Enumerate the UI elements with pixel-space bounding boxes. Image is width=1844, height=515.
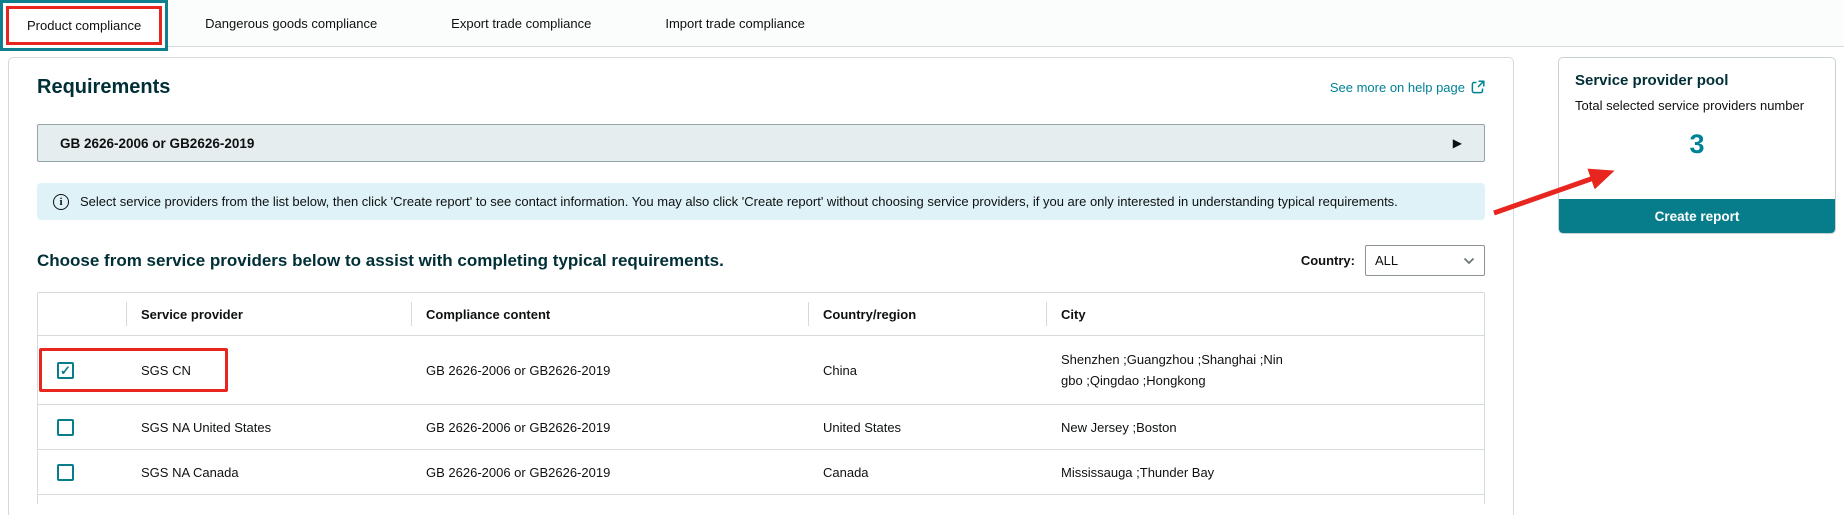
info-banner-text: Select service providers from the list b… xyxy=(80,192,1428,211)
tab-label: Import trade compliance xyxy=(665,16,804,31)
row-checkbox[interactable]: ✓ xyxy=(57,362,74,379)
pool-subtitle: Total selected service providers number xyxy=(1575,98,1819,113)
column-header-label: Country/region xyxy=(823,307,916,322)
tab-export-trade-compliance[interactable]: Export trade compliance xyxy=(414,0,628,47)
table-row-sgs-cn: ✓ SGS CN GB 2626-2006 or GB2626-2019 Chi… xyxy=(38,335,1484,404)
column-header-label: Compliance content xyxy=(426,307,550,322)
provider-cell: SGS NA Canada xyxy=(126,465,411,480)
checkmark-icon: ✓ xyxy=(60,364,71,377)
country-filter: Country: ALL xyxy=(1301,245,1485,276)
selected-providers-count: 3 xyxy=(1575,129,1819,160)
column-divider xyxy=(808,302,809,326)
requirements-header-row: Requirements See more on help page xyxy=(37,74,1485,100)
create-report-button[interactable]: Create report xyxy=(1559,199,1835,233)
tab-label: Export trade compliance xyxy=(451,16,591,31)
column-header-service-provider: Service provider xyxy=(126,293,411,335)
section-title: Choose from service providers below to a… xyxy=(37,251,724,271)
city-cell: New Jersey ;Boston xyxy=(1046,420,1296,435)
column-header-label: Service provider xyxy=(141,307,243,322)
city-cell: Mississauga ;Thunder Bay xyxy=(1046,465,1296,480)
provider-cell: SGS CN xyxy=(126,363,411,378)
info-banner: i Select service providers from the list… xyxy=(37,183,1485,220)
service-provider-pool-panel: Service provider pool Total selected ser… xyxy=(1558,57,1836,234)
column-divider xyxy=(1046,302,1047,326)
requirements-panel: Requirements See more on help page GB 26… xyxy=(8,57,1514,515)
tab-label: Product compliance xyxy=(27,18,141,33)
external-link-icon xyxy=(1471,80,1485,94)
info-icon: i xyxy=(53,194,69,210)
checkbox-cell: ✓ xyxy=(38,362,126,379)
provider-cell: SGS NA United States xyxy=(126,420,411,435)
service-provider-table: Service provider Compliance content Coun… xyxy=(37,292,1485,504)
annotation-red-box-tab: Product compliance xyxy=(6,6,162,45)
tab-product-compliance[interactable]: Product compliance xyxy=(0,0,168,51)
page-title: Requirements xyxy=(37,76,170,99)
table-row-partial xyxy=(38,494,1484,504)
country-cell: China xyxy=(808,363,1046,378)
country-filter-label: Country: xyxy=(1301,253,1355,268)
country-select-value: ALL xyxy=(1375,253,1398,268)
column-header-country-region: Country/region xyxy=(808,293,1046,335)
country-cell: United States xyxy=(808,420,1046,435)
requirement-accordion-gb2626[interactable]: GB 2626-2006 or GB2626-2019 ▶ xyxy=(37,124,1485,162)
column-divider xyxy=(126,302,127,326)
table-row-sgs-na-canada: SGS NA Canada GB 2626-2006 or GB2626-201… xyxy=(38,449,1484,494)
row-checkbox[interactable] xyxy=(57,419,74,436)
tab-import-trade-compliance[interactable]: Import trade compliance xyxy=(628,0,841,47)
help-page-link[interactable]: See more on help page xyxy=(1330,80,1485,95)
tab-dangerous-goods-compliance[interactable]: Dangerous goods compliance xyxy=(168,0,414,47)
checkbox-cell xyxy=(38,419,126,436)
country-cell: Canada xyxy=(808,465,1046,480)
table-row-sgs-na-us: SGS NA United States GB 2626-2006 or GB2… xyxy=(38,404,1484,449)
row-checkbox[interactable] xyxy=(57,464,74,481)
pool-panel-body: Service provider pool Total selected ser… xyxy=(1559,58,1835,199)
choose-providers-row: Choose from service providers below to a… xyxy=(37,245,1485,276)
chevron-down-icon xyxy=(1463,257,1475,265)
table-header-row: Service provider Compliance content Coun… xyxy=(38,293,1484,335)
country-select[interactable]: ALL xyxy=(1365,245,1485,276)
pool-title: Service provider pool xyxy=(1575,72,1819,89)
column-header-label: City xyxy=(1061,307,1086,322)
tab-label: Dangerous goods compliance xyxy=(205,16,377,31)
expand-arrow-icon[interactable]: ▶ xyxy=(1453,136,1462,150)
content-cell: GB 2626-2006 or GB2626-2019 xyxy=(411,465,808,480)
accordion-label: GB 2626-2006 or GB2626-2019 xyxy=(60,136,254,151)
column-header-city: City xyxy=(1046,293,1296,335)
checkbox-cell xyxy=(38,464,126,481)
column-divider xyxy=(411,302,412,326)
content-cell: GB 2626-2006 or GB2626-2019 xyxy=(411,420,808,435)
help-link-label: See more on help page xyxy=(1330,80,1465,95)
compliance-tab-bar: Product compliance Dangerous goods compl… xyxy=(0,0,1844,47)
city-cell: Shenzhen ;Guangzhou ;Shanghai ;Ningbo ;Q… xyxy=(1046,349,1296,391)
content-cell: GB 2626-2006 or GB2626-2019 xyxy=(411,363,808,378)
column-header-compliance-content: Compliance content xyxy=(411,293,808,335)
